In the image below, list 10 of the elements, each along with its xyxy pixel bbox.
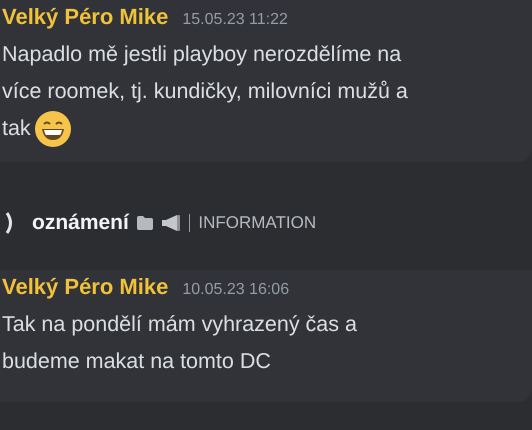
category-name: INFORMATION (198, 213, 316, 233)
author-name[interactable]: Velký Péro Mike (2, 274, 168, 300)
megaphone-icon (160, 214, 181, 232)
timestamp: 15.05.23 11:22 (182, 11, 288, 29)
message-text: Tak na pondělí mám vyhrazený čas a budeme makat na tomto DC (2, 311, 358, 375)
timestamp: 10.05.23 16:06 (182, 281, 290, 299)
channel-name[interactable]: oznámení (32, 211, 129, 235)
folder-icon (136, 216, 153, 230)
author-name[interactable]: Velký Péro Mike (2, 4, 168, 30)
message-text: Napadlo mě jestli playboy nerozdělíme na více roomek, tj. kundičky, milovníci mužů a tak (2, 36, 532, 147)
